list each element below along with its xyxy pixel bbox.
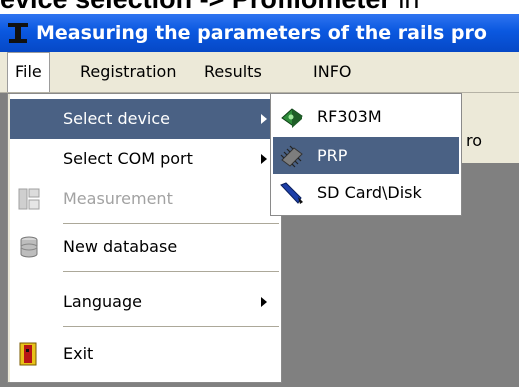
menu-item-new-database[interactable]: New database xyxy=(10,227,281,267)
menu-item-exit[interactable]: Exit xyxy=(10,334,281,374)
menu-results[interactable]: Results xyxy=(197,52,269,92)
menu-item-measurement: Measurement xyxy=(10,179,281,219)
menu-item-language[interactable]: Language xyxy=(10,282,281,322)
exit-icon xyxy=(19,342,37,366)
prp-chip-icon xyxy=(280,145,303,168)
menu-item-label: Exit xyxy=(63,344,94,363)
page-heading: evice selection -> Profilometer in xyxy=(0,0,519,14)
device-item-prp[interactable]: PRP xyxy=(273,137,459,174)
menu-separator xyxy=(63,223,279,224)
device-submenu: RF303M PRP SD Card\Disk xyxy=(270,93,462,216)
menu-item-select-com-port[interactable]: Select COM port xyxy=(10,139,281,179)
menu-item-label: Select device xyxy=(63,109,170,128)
measurement-icon xyxy=(18,188,40,210)
file-menu: Select device Select COM port Measuremen… xyxy=(7,93,282,383)
device-item-label: SD Card\Disk xyxy=(317,183,422,202)
menu-info[interactable]: INFO xyxy=(306,52,358,92)
menu-bar: File Registration Results INFO xyxy=(0,52,519,92)
menu-separator xyxy=(63,326,279,327)
device-item-rf303m[interactable]: RF303M xyxy=(273,98,459,135)
menu-item-select-device[interactable]: Select device xyxy=(10,99,281,139)
menu-item-label: Language xyxy=(63,292,142,311)
toolbar-fragment: ro xyxy=(462,93,519,163)
background-text-fragment: ro xyxy=(466,131,483,150)
submenu-arrow-icon xyxy=(261,114,267,124)
menu-item-label: Measurement xyxy=(63,189,173,208)
menu-item-label: New database xyxy=(63,237,178,256)
submenu-arrow-icon xyxy=(261,297,267,307)
menu-registration[interactable]: Registration xyxy=(73,52,183,92)
heading-tail: in xyxy=(391,0,419,14)
sd-card-icon xyxy=(280,182,303,204)
rf303m-device-icon xyxy=(281,108,303,128)
app-icon xyxy=(8,23,28,43)
device-item-label: PRP xyxy=(317,146,348,165)
window-title: Measuring the parameters of the rails pr… xyxy=(36,22,487,44)
menu-file[interactable]: File xyxy=(7,52,50,92)
submenu-arrow-icon xyxy=(261,154,267,164)
database-icon xyxy=(20,236,38,258)
title-bar[interactable]: Measuring the parameters of the rails pr… xyxy=(0,14,519,52)
menu-item-label: Select COM port xyxy=(63,149,193,168)
heading-bold: evice selection -> Profilometer xyxy=(0,0,391,14)
device-item-label: RF303M xyxy=(317,107,382,126)
menu-separator xyxy=(63,271,279,272)
device-item-sd-card[interactable]: SD Card\Disk xyxy=(273,174,459,211)
